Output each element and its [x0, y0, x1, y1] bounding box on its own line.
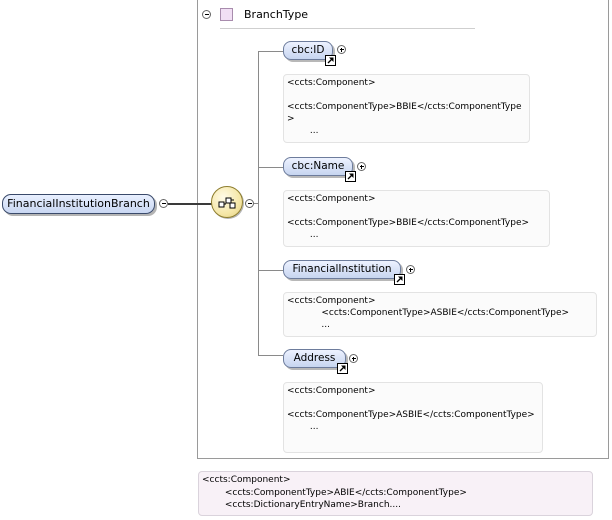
children-trunk-connector — [258, 51, 259, 355]
root-element-collapse-toggle[interactable] — [159, 199, 168, 208]
root-to-compositor-connector — [168, 203, 212, 205]
element-financial-institution[interactable]: FinancialInstitution — [283, 260, 401, 279]
complex-type-collapse-toggle[interactable] — [202, 10, 211, 19]
reference-arrow-icon — [345, 171, 356, 182]
branch-connector-financial-institution — [258, 270, 283, 271]
compositor-to-trunk-connector — [254, 203, 258, 204]
root-element-financial-institution-branch[interactable]: FinancialInstitutionBranch — [2, 194, 155, 214]
branch-connector-cbc-name — [258, 167, 283, 168]
element-address-documentation: <ccts:Component> <ccts:ComponentType>ASB… — [283, 382, 543, 453]
compositor-collapse-toggle[interactable] — [245, 199, 254, 208]
element-cbc-id-expand-toggle[interactable] — [337, 45, 346, 54]
type-header-divider — [220, 28, 475, 29]
sequence-compositor-icon[interactable] — [211, 186, 243, 218]
element-cbc-id-documentation: <ccts:Component> <ccts:ComponentType>BBI… — [283, 74, 530, 143]
branch-connector-cbc-id — [258, 51, 283, 52]
complex-type-icon — [220, 8, 233, 21]
complex-type-name: BranchType — [244, 8, 309, 21]
reference-arrow-icon — [337, 363, 348, 374]
element-financial-institution-expand-toggle[interactable] — [406, 265, 415, 274]
element-cbc-name[interactable]: cbc:Name — [283, 157, 353, 176]
element-address-expand-toggle[interactable] — [349, 354, 358, 363]
branch-connector-address — [258, 355, 283, 356]
element-cbc-name-expand-toggle[interactable] — [357, 162, 366, 171]
complex-type-documentation: <ccts:Component> <ccts:ComponentType>ABI… — [198, 471, 593, 516]
element-cbc-name-documentation: <ccts:Component> <ccts:ComponentType>BBI… — [283, 190, 550, 247]
element-financial-institution-documentation: <ccts:Component> <ccts:ComponentType>ASB… — [283, 292, 597, 337]
reference-arrow-icon — [325, 55, 336, 66]
reference-arrow-icon — [394, 274, 405, 285]
